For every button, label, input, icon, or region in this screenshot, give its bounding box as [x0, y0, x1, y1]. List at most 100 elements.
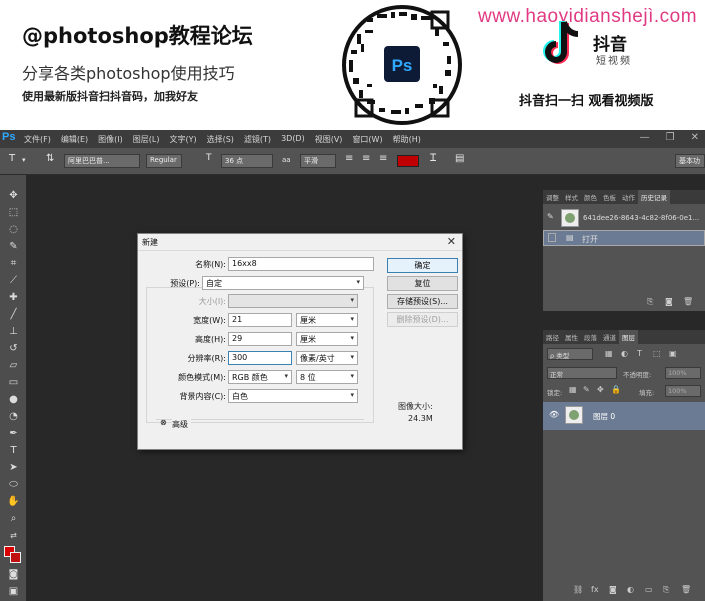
layer-visibility-eye-icon[interactable]: 👁 [549, 410, 559, 419]
hand-tool-icon[interactable]: ✋ [5, 495, 22, 509]
filter-pixel-icon[interactable]: ▦ [605, 349, 613, 358]
menu-3d[interactable]: 3D(D) [281, 134, 305, 145]
history-snapshot[interactable]: ✎ 641dee26-8643-4c82-8f06-0e1... [543, 207, 705, 229]
advanced-label[interactable]: 高级 [172, 419, 191, 430]
tab-actions[interactable]: 动作 [619, 190, 638, 204]
filter-type-icon[interactable]: T [637, 349, 642, 358]
text-color-swatch[interactable] [397, 155, 419, 167]
lock-all-icon[interactable]: 🔒 [611, 385, 621, 394]
width-unit-select[interactable]: 厘米 ▾ [296, 313, 358, 327]
screen-mode-icon[interactable]: ▣ [5, 585, 22, 599]
dialog-close-icon[interactable]: ✕ [447, 235, 456, 248]
color-mode-select[interactable]: RGB 颜色 ▾ [228, 370, 292, 384]
font-family-select[interactable]: 阿里巴巴普... [64, 154, 140, 168]
tab-paragraph[interactable]: 段落 [581, 330, 600, 344]
new-group-icon[interactable]: ▭ [645, 585, 653, 594]
new-snapshot-icon[interactable]: ◙ [665, 297, 673, 306]
menu-edit[interactable]: 编辑(E) [61, 134, 88, 145]
layer-style-icon[interactable]: fx [591, 585, 599, 594]
default-colors-icon[interactable]: ⇄ [5, 529, 22, 543]
eraser-tool-icon[interactable]: ▱ [5, 359, 22, 373]
blend-mode-select[interactable]: 正常 [547, 367, 617, 379]
type-tool-icon[interactable]: T [9, 153, 15, 164]
layer-mask-icon[interactable]: ◙ [609, 585, 617, 594]
path-select-tool-icon[interactable]: ➤ [5, 461, 22, 475]
marquee-tool-icon[interactable]: ⬚ [5, 206, 22, 220]
layer-row[interactable]: 👁 图层 0 [543, 402, 705, 430]
layer-filter-select[interactable]: ρ 类型 [547, 348, 593, 360]
resolution-unit-select[interactable]: 像素/英寸 ▾ [296, 351, 358, 365]
background-color-swatch[interactable] [10, 552, 21, 563]
width-input[interactable]: 21 [228, 313, 292, 327]
eyedropper-tool-icon[interactable]: ⟋ [5, 274, 22, 288]
height-input[interactable]: 29 [228, 332, 292, 346]
delete-state-icon[interactable]: 🗑 [683, 297, 693, 306]
tab-history[interactable]: 历史记录 [638, 190, 670, 204]
quick-mask-icon[interactable]: ◙ [5, 568, 22, 582]
lock-transparent-icon[interactable]: ▦ [569, 385, 577, 394]
lasso-tool-icon[interactable]: ◌ [5, 223, 22, 237]
quick-select-tool-icon[interactable]: ✎ [5, 240, 22, 254]
menu-select[interactable]: 选择(S) [207, 134, 234, 145]
tab-styles[interactable]: 样式 [562, 190, 581, 204]
tab-properties[interactable]: 属性 [562, 330, 581, 344]
gradient-tool-icon[interactable]: ▭ [5, 376, 22, 390]
menu-type[interactable]: 文字(Y) [169, 134, 196, 145]
shape-tool-icon[interactable]: ⬭ [5, 478, 22, 492]
dodge-tool-icon[interactable]: ◔ [5, 410, 22, 424]
tab-paths[interactable]: 路径 [543, 330, 562, 344]
menu-file[interactable]: 文件(F) [24, 134, 51, 145]
new-layer-icon[interactable]: ⎘ [663, 585, 669, 595]
name-input[interactable]: 16xx8 [228, 257, 374, 271]
tool-preset-chevron-icon[interactable]: ▾ [22, 156, 26, 164]
menu-filter[interactable]: 滤镜(T) [244, 134, 271, 145]
blur-tool-icon[interactable]: ● [5, 393, 22, 407]
menu-image[interactable]: 图像(I) [98, 134, 123, 145]
height-unit-select[interactable]: 厘米 ▾ [296, 332, 358, 346]
text-orientation-icon[interactable]: ⇅ [46, 153, 54, 164]
tab-swatches[interactable]: 色板 [600, 190, 619, 204]
close-icon[interactable]: ✕ [691, 132, 699, 143]
tab-layers[interactable]: 图层 [619, 330, 638, 344]
menu-view[interactable]: 视图(V) [315, 134, 343, 145]
filter-adjustment-icon[interactable]: ◐ [621, 349, 628, 358]
history-step[interactable]: ▤ 打开 [543, 230, 705, 246]
stamp-tool-icon[interactable]: ⊥ [5, 325, 22, 339]
lock-position-icon[interactable]: ✥ [597, 385, 604, 394]
anti-alias-select[interactable]: 平滑 [300, 154, 336, 168]
link-layers-icon[interactable]: ⛓ [573, 585, 583, 594]
character-panel-icon[interactable]: ▤ [455, 153, 464, 164]
align-center-icon[interactable]: ≡ [362, 153, 370, 164]
move-tool-icon[interactable]: ✥ [5, 189, 22, 203]
adjustment-layer-icon[interactable]: ◐ [627, 585, 634, 594]
tab-channels[interactable]: 通道 [600, 330, 619, 344]
advanced-chevron-icon[interactable]: ⊗ [160, 418, 167, 427]
delete-layer-icon[interactable]: 🗑 [681, 585, 691, 594]
minimize-icon[interactable]: — [640, 132, 650, 143]
menu-help[interactable]: 帮助(H) [393, 134, 421, 145]
filter-smart-object-icon[interactable]: ▣ [669, 349, 677, 358]
brush-tool-icon[interactable]: ╱ [5, 308, 22, 322]
bit-depth-select[interactable]: 8 位 ▾ [296, 370, 358, 384]
save-preset-button[interactable]: 存储预设(S)... [387, 294, 458, 309]
menu-window[interactable]: 窗口(W) [352, 134, 382, 145]
font-size-select[interactable]: 36 点 [221, 154, 273, 168]
type-tool-icon[interactable]: T [5, 444, 22, 458]
zoom-tool-icon[interactable]: ⌕ [5, 512, 22, 526]
filter-shape-icon[interactable]: ⬚ [653, 349, 661, 358]
font-style-select[interactable]: Regular [146, 154, 182, 168]
restore-icon[interactable]: ❐ [666, 132, 675, 143]
align-right-icon[interactable]: ≡ [379, 153, 387, 164]
ok-button[interactable]: 确定 [387, 258, 458, 273]
fill-input[interactable]: 100% [665, 385, 701, 397]
crop-tool-icon[interactable]: ⌗ [5, 257, 22, 271]
pen-tool-icon[interactable]: ✒ [5, 427, 22, 441]
lock-image-icon[interactable]: ✎ [583, 385, 590, 394]
background-select[interactable]: 白色 ▾ [228, 389, 358, 403]
opacity-input[interactable]: 100% [665, 367, 701, 379]
tab-adjustments[interactable]: 调整 [543, 190, 562, 204]
menu-layer[interactable]: 图层(L) [133, 134, 160, 145]
tab-color[interactable]: 颜色 [581, 190, 600, 204]
step-checkbox[interactable] [548, 233, 556, 242]
new-document-from-state-icon[interactable]: ⎘ [647, 297, 653, 307]
